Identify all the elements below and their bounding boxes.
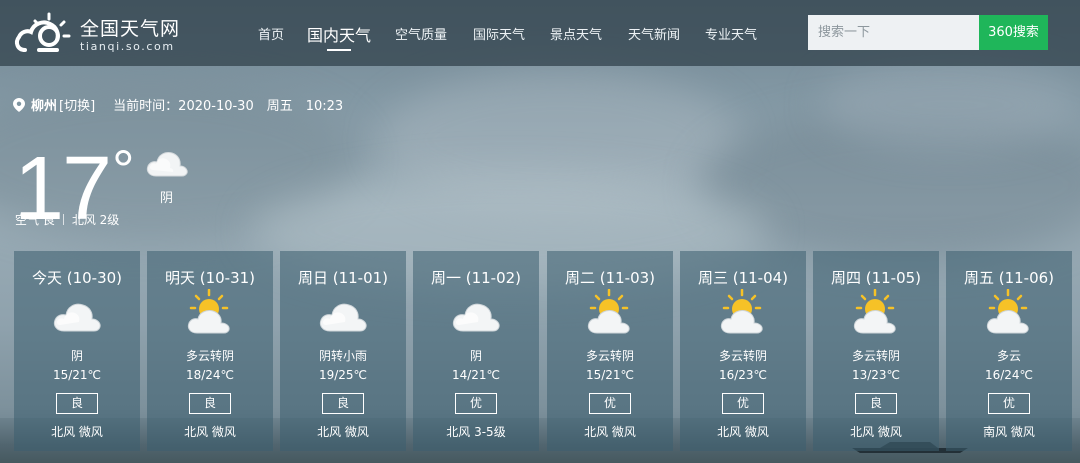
- forecast-aqi-badge[interactable]: 优: [722, 393, 764, 414]
- nav-item-home[interactable]: 首页: [258, 24, 284, 43]
- forecast-temps: 16/24℃: [984, 368, 1034, 382]
- forecast-temps: 14/21℃: [451, 368, 501, 382]
- forecast-wind: 北风 微风: [584, 425, 636, 439]
- forecast-card[interactable]: 周二 (11-03) 多云转阴 15/21℃ 优 北风 微风: [547, 251, 673, 451]
- forecast-condition: 多云转阴: [718, 349, 767, 363]
- cloud-icon: [319, 303, 367, 332]
- forecast-card[interactable]: 周三 (11-04) 多云转阴 16/23℃ 优 北风 微风: [680, 251, 806, 451]
- nav-item-professional-weather[interactable]: 专业天气: [705, 24, 757, 43]
- nav-item-international-weather[interactable]: 国际天气: [473, 24, 525, 43]
- current-condition: 阴: [160, 191, 174, 206]
- forecast-date: 周二 (11-03): [564, 269, 656, 287]
- forecast-wind: 北风 3-5级: [446, 425, 506, 439]
- forecast-wind: 北风 微风: [317, 425, 369, 439]
- forecast-aqi-badge[interactable]: 优: [988, 393, 1030, 414]
- forecast-temps: 15/21℃: [52, 368, 102, 382]
- air-quality-label[interactable]: 空气 良: [15, 213, 55, 227]
- forecast-date: 今天 (10-30): [31, 269, 123, 287]
- forecast-wind: 北风 微风: [850, 425, 902, 439]
- forecast-temps: 13/23℃: [851, 368, 901, 382]
- nav-item-weather-news[interactable]: 天气新闻: [628, 24, 680, 43]
- forecast-date: 周五 (11-06): [963, 269, 1055, 287]
- forecast-aqi-badge[interactable]: 良: [56, 393, 98, 414]
- partly-cloudy-icon: [720, 289, 764, 335]
- forecast-date: 明天 (10-31): [164, 269, 256, 287]
- forecast-condition: 多云转阴: [585, 349, 634, 363]
- search-input[interactable]: 搜索一下: [808, 15, 979, 50]
- forecast-temps: 16/23℃: [718, 368, 768, 382]
- forecast-card[interactable]: 周五 (11-06) 多云 16/24℃ 优 南风 微风: [946, 251, 1072, 451]
- brand-subtitle[interactable]: tianqi.so.com: [80, 40, 175, 53]
- forecast-card[interactable]: 今天 (10-30) 阴 15/21℃ 良 北风 微风: [14, 251, 140, 451]
- meta-divider: [62, 214, 64, 225]
- wind-label: 北风 2级: [71, 213, 120, 227]
- brand-title[interactable]: 全国天气网: [80, 14, 180, 41]
- switch-city-link[interactable]: [切换]: [59, 99, 95, 114]
- forecast-condition: 多云转阴: [851, 349, 900, 363]
- forecast-card[interactable]: 周四 (11-05) 多云转阴 13/23℃ 良 北风 微风: [813, 251, 939, 451]
- forecast-date: 周四 (11-05): [830, 269, 922, 287]
- forecast-card[interactable]: 明天 (10-31) 多云转阴 18/24℃ 良 北风 微风: [147, 251, 273, 451]
- forecast-wind: 南风 微风: [983, 425, 1035, 439]
- current-time: 当前时间：2020-10-30 周五 10:23: [113, 99, 344, 114]
- forecast-condition: 阴转小雨: [318, 349, 367, 363]
- forecast-aqi-badge[interactable]: 优: [455, 393, 497, 414]
- degree-symbol: °: [112, 138, 134, 201]
- forecast-wind: 北风 微风: [51, 425, 103, 439]
- forecast-aqi-badge[interactable]: 良: [189, 393, 231, 414]
- forecast-condition: 阴: [70, 349, 83, 363]
- forecast-wind: 北风 微风: [184, 425, 236, 439]
- city-name: 柳州: [31, 99, 58, 114]
- forecast-date: 周三 (11-04): [697, 269, 789, 287]
- forecast-condition: 阴: [469, 349, 482, 363]
- partly-cloudy-icon: [587, 289, 631, 335]
- forecast-date: 周日 (11-01): [297, 269, 389, 287]
- forecast-date: 周一 (11-02): [430, 269, 522, 287]
- forecast-condition: 多云转阴: [185, 349, 234, 363]
- nav-item-scenic-weather[interactable]: 景点天气: [550, 24, 602, 43]
- forecast-card[interactable]: 周一 (11-02) 阴 14/21℃ 优 北风 3-5级: [413, 251, 539, 451]
- forecast-aqi-badge[interactable]: 良: [855, 393, 897, 414]
- search-button[interactable]: 360搜索: [979, 15, 1048, 50]
- cloud-sun-logo-icon[interactable]: [13, 6, 73, 58]
- forecast-condition: 多云: [996, 349, 1021, 363]
- forecast-temps: 18/24℃: [185, 368, 235, 382]
- cloud-icon: [53, 303, 101, 332]
- forecast-wind: 北风 微风: [717, 425, 769, 439]
- nav-item-air-quality[interactable]: 空气质量: [395, 24, 447, 43]
- partly-cloudy-icon: [187, 289, 231, 335]
- current-meta: 空气 良 北风 2级: [15, 211, 119, 228]
- location-line: 柳州 [切换] 当前时间：2020-10-30 周五 10:23: [13, 95, 343, 114]
- top-header: 全国天气网 tianqi.so.com 首页 国内天气 空气质量 国际天气 景点…: [0, 0, 1080, 66]
- partly-cloudy-icon: [853, 289, 897, 335]
- forecast-card[interactable]: 周日 (11-01) 阴转小雨 19/25℃ 良 北风 微风: [280, 251, 406, 451]
- forecast-temps: 19/25℃: [318, 368, 368, 382]
- location-pin-icon: [13, 98, 25, 112]
- nav-item-domestic-weather[interactable]: 国内天气: [307, 22, 371, 46]
- forecast-aqi-badge[interactable]: 优: [589, 393, 631, 414]
- overcast-cloud-icon: [146, 152, 188, 177]
- partly-cloudy-icon: [986, 289, 1030, 335]
- forecast-temps: 15/21℃: [585, 368, 635, 382]
- forecast-aqi-badge[interactable]: 良: [322, 393, 364, 414]
- cloud-icon: [452, 303, 500, 332]
- active-nav-underline: [327, 49, 351, 51]
